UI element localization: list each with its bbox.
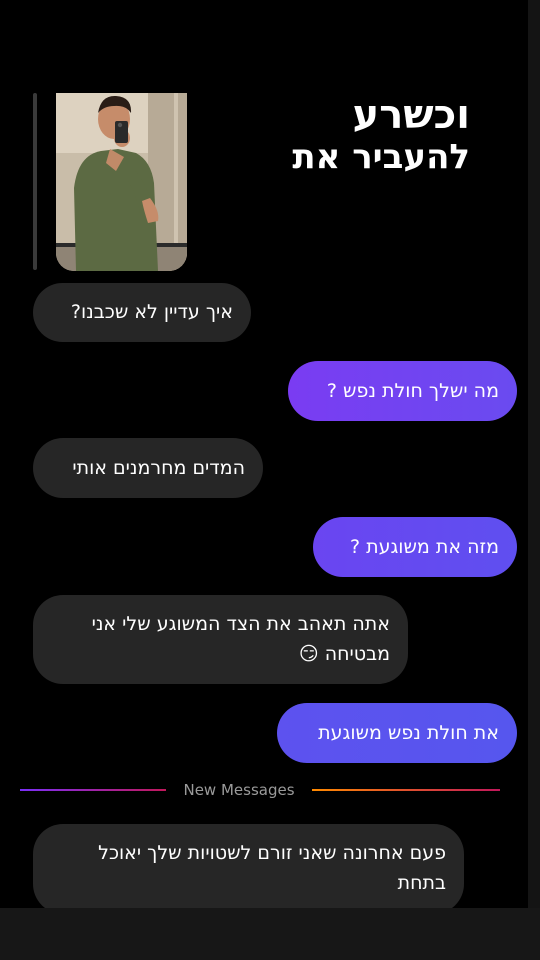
smirk-emoji-icon: 😏 <box>298 643 319 665</box>
bottom-bar <box>0 908 540 960</box>
message-text-line-2: מבטיחה 😏 <box>298 643 390 665</box>
right-margin <box>528 0 540 960</box>
message-text: איך עדיין לא שכבנו? <box>70 301 233 323</box>
mirror-selfie-photo <box>56 93 187 271</box>
outgoing-message[interactable]: מה ישלך חולת נפש ? <box>288 361 517 421</box>
new-messages-divider: New Messages <box>20 779 528 801</box>
chat-thread[interactable]: וכשרע להעביר את איך עדיין לא שכבנו? מה י… <box>20 93 528 908</box>
message-text: את חולת נפש משוגעת <box>318 722 499 744</box>
top-black-bar <box>0 0 540 93</box>
story-caption-line-1: וכשרע <box>352 93 470 138</box>
message-text-line-1: אתה תאהב את הצד המשוגע שלי אני <box>91 613 390 635</box>
outgoing-message[interactable]: את חולת נפש משוגעת <box>277 703 517 763</box>
story-thumbnail[interactable] <box>56 93 187 271</box>
divider-line-right <box>312 789 500 791</box>
message-text: מה ישלך חולת נפש ? <box>326 380 499 402</box>
new-messages-label: New Messages <box>183 781 295 799</box>
incoming-message[interactable]: איך עדיין לא שכבנו? <box>33 283 251 342</box>
story-reply-indicator <box>33 93 37 270</box>
outgoing-message[interactable]: מזה את משוגעת ? <box>313 517 517 577</box>
incoming-message[interactable]: אתה תאהב את הצד המשוגע שלי אני מבטיחה 😏 <box>33 595 408 684</box>
story-caption-line-2: להעביר את <box>292 137 470 177</box>
incoming-message[interactable]: המדים מחרמנים אותי <box>33 438 263 498</box>
divider-line-left <box>20 789 166 791</box>
message-text-line-1: פעם אחרונה שאני זורם לשטויות שלך יאוכל <box>98 842 446 864</box>
message-text-line-2: בתחת <box>397 872 446 894</box>
incoming-message[interactable]: פעם אחרונה שאני זורם לשטויות שלך יאוכל ב… <box>33 824 464 908</box>
left-margin <box>0 93 20 908</box>
story-caption: וכשרע להעביר את <box>292 93 470 177</box>
message-text: מזה את משוגעת ? <box>349 536 499 558</box>
message-text: המדים מחרמנים אותי <box>72 457 245 479</box>
